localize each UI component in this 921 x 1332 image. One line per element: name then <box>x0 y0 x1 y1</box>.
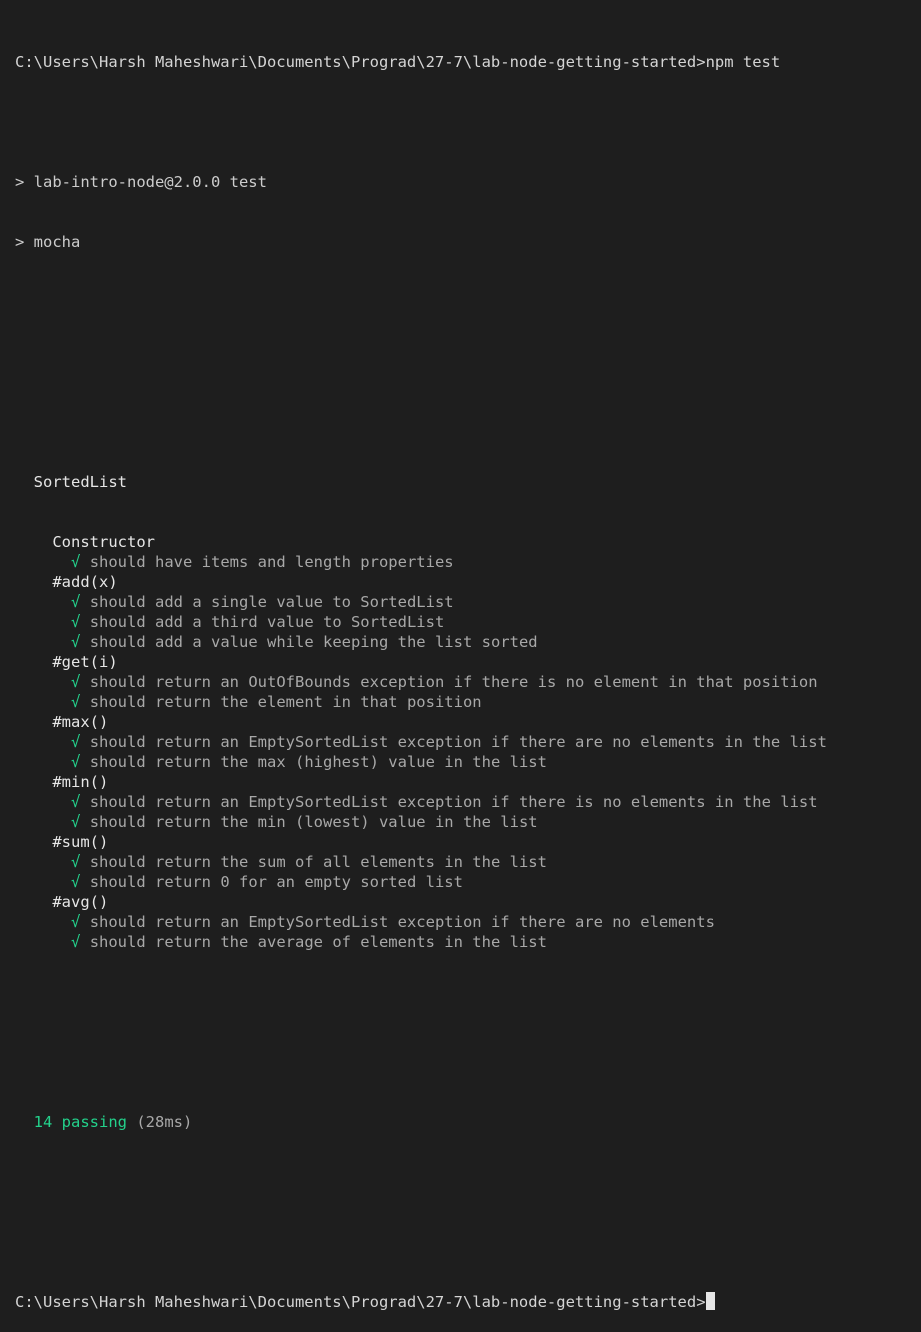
test-result-line: √ should return the element in that posi… <box>15 692 915 712</box>
check-mark-icon: √ <box>71 673 81 691</box>
root-suite-title: SortedList <box>15 472 915 492</box>
suite-name: #min() <box>52 773 109 791</box>
test-title: should return 0 for an empty sorted list <box>89 873 463 891</box>
passing-count: 14 passing <box>33 1113 127 1131</box>
summary-line: 14 passing (28ms) <box>15 1112 915 1132</box>
check-mark-icon: √ <box>71 553 81 571</box>
test-result-line: √ should return the average of elements … <box>15 932 915 952</box>
test-result-line: √ should add a value while keeping the l… <box>15 632 915 652</box>
test-result-line: √ should return the max (highest) value … <box>15 752 915 772</box>
test-result-line: √ should add a single value to SortedLis… <box>15 592 915 612</box>
check-mark-icon: √ <box>71 913 81 931</box>
command-text: npm test <box>705 53 781 71</box>
test-title: should return the max (highest) value in… <box>89 753 547 771</box>
command-line: C:\Users\Harsh Maheshwari\Documents\Prog… <box>15 52 915 72</box>
check-mark-icon: √ <box>71 933 81 951</box>
test-title: should add a single value to SortedList <box>89 593 454 611</box>
test-title: should return the sum of all elements in… <box>89 853 547 871</box>
test-title: should return an EmptySortedList excepti… <box>89 793 818 811</box>
terminal-window[interactable]: C:\Users\Harsh Maheshwari\Documents\Prog… <box>15 12 915 1332</box>
test-title: should have items and length properties <box>89 553 454 571</box>
script-echo-line: > lab-intro-node@2.0.0 test <box>15 173 267 191</box>
test-result-line: √ should return an EmptySortedList excep… <box>15 912 915 932</box>
final-prompt-path: C:\Users\Harsh Maheshwari\Documents\Prog… <box>15 1293 706 1311</box>
test-result-line: √ should return the min (lowest) value i… <box>15 812 915 832</box>
suite-name: #sum() <box>52 833 109 851</box>
test-title: should add a third value to SortedList <box>89 613 445 631</box>
check-mark-icon: √ <box>71 593 81 611</box>
check-mark-icon: √ <box>71 853 81 871</box>
suite-name: #get(i) <box>52 653 118 671</box>
suite-name: Constructor <box>52 533 155 551</box>
suite-title: #get(i) <box>15 652 915 672</box>
test-result-line: √ should add a third value to SortedList <box>15 612 915 632</box>
prompt-path: C:\Users\Harsh Maheshwari\Documents\Prog… <box>15 53 706 71</box>
final-prompt-line[interactable]: C:\Users\Harsh Maheshwari\Documents\Prog… <box>15 1292 915 1312</box>
suite-title: #add(x) <box>15 572 915 592</box>
check-mark-icon: √ <box>71 733 81 751</box>
check-mark-icon: √ <box>71 613 81 631</box>
check-mark-icon: √ <box>71 693 81 711</box>
test-result-line: √ should return an EmptySortedList excep… <box>15 792 915 812</box>
cursor-block <box>705 1292 715 1310</box>
test-results: Constructor √ should have items and leng… <box>15 532 915 952</box>
test-title: should return an OutOfBounds exception i… <box>89 673 818 691</box>
test-title: should return the element in that positi… <box>89 693 482 711</box>
script-echo-line: > mocha <box>15 233 81 251</box>
suite-title: #min() <box>15 772 915 792</box>
check-mark-icon: √ <box>71 813 81 831</box>
test-title: should return the average of elements in… <box>89 933 547 951</box>
test-title: should return the min (lowest) value in … <box>89 813 538 831</box>
check-mark-icon: √ <box>71 753 81 771</box>
test-result-line: √ should return 0 for an empty sorted li… <box>15 872 915 892</box>
suite-title: #avg() <box>15 892 915 912</box>
check-mark-icon: √ <box>71 793 81 811</box>
test-result-line: √ should return an OutOfBounds exception… <box>15 672 915 692</box>
test-result-line: √ should return an EmptySortedList excep… <box>15 732 915 752</box>
root-suite-name: SortedList <box>33 473 127 491</box>
check-mark-icon: √ <box>71 873 81 891</box>
test-title: should add a value while keeping the lis… <box>89 633 538 651</box>
test-result-line: √ should have items and length propertie… <box>15 552 915 572</box>
check-mark-icon: √ <box>71 633 81 651</box>
test-result-line: √ should return the sum of all elements … <box>15 852 915 872</box>
suite-name: #avg() <box>52 893 109 911</box>
suite-name: #add(x) <box>52 573 118 591</box>
suite-title: Constructor <box>15 532 915 552</box>
suite-title: #sum() <box>15 832 915 852</box>
suite-title: #max() <box>15 712 915 732</box>
suite-name: #max() <box>52 713 109 731</box>
test-title: should return an EmptySortedList excepti… <box>89 733 827 751</box>
duration-text: (28ms) <box>136 1113 193 1131</box>
test-title: should return an EmptySortedList excepti… <box>89 913 715 931</box>
